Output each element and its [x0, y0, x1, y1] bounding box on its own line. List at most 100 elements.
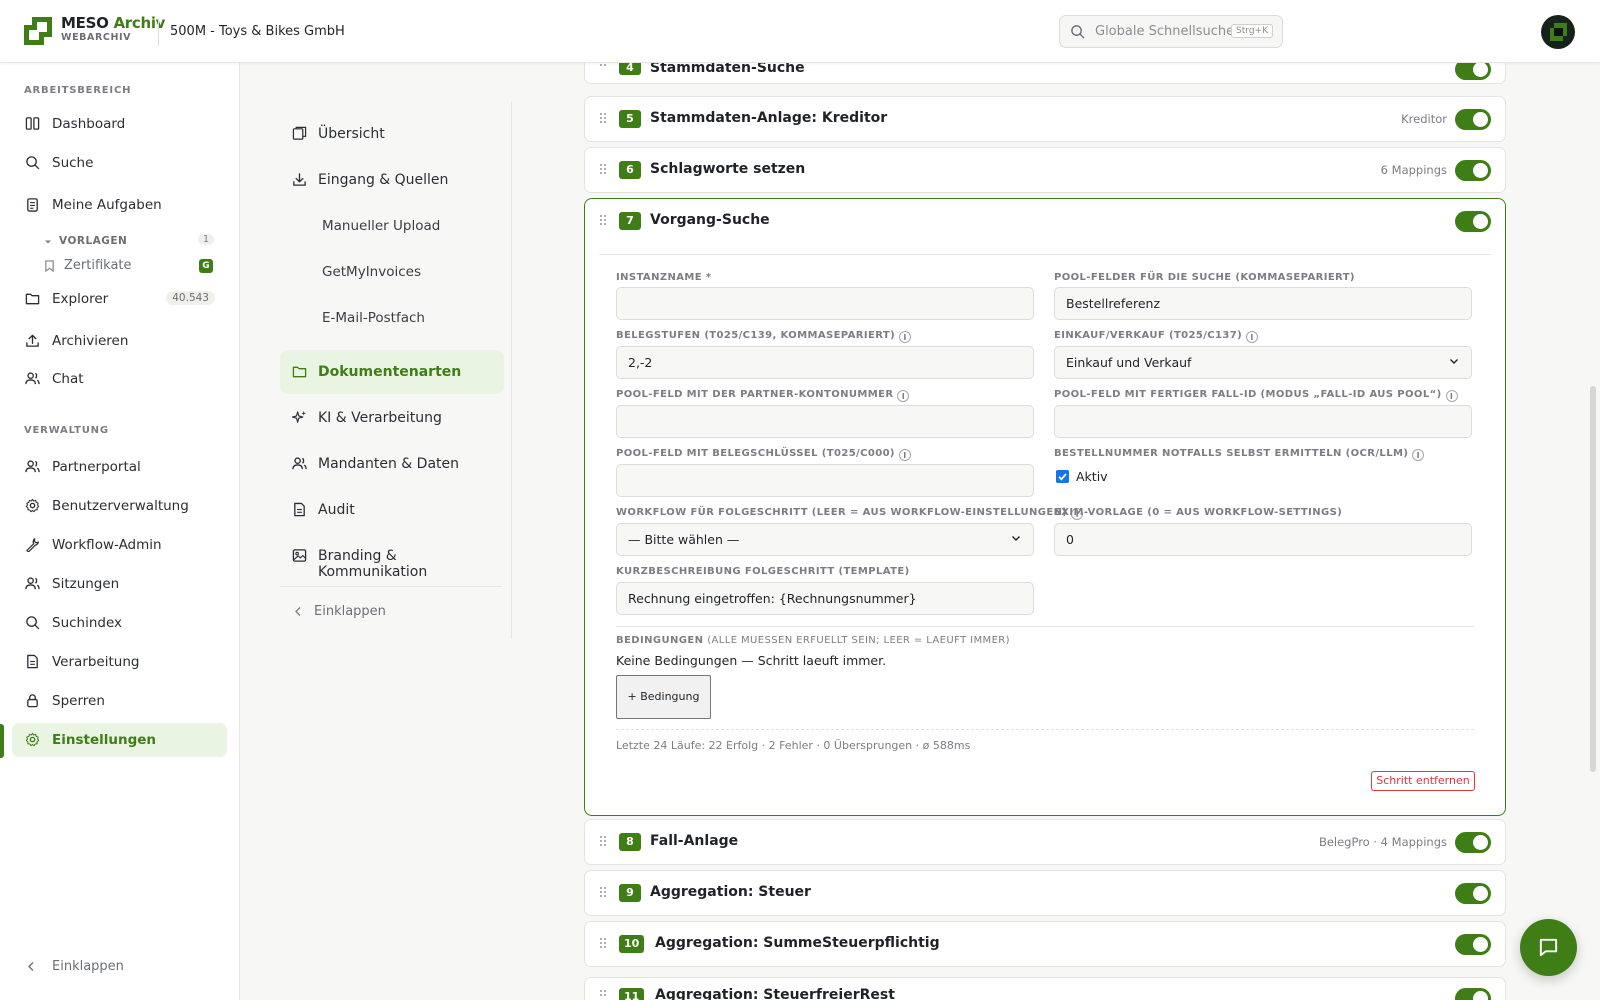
- sidebar-item-zertifikate[interactable]: Zertifikate G: [44, 258, 216, 276]
- drag-handle-icon[interactable]: [599, 112, 607, 124]
- step-enabled-toggle[interactable]: [1455, 988, 1491, 1000]
- checkbox-checked-icon[interactable]: [1056, 470, 1069, 483]
- step-card-10[interactable]: 10 Aggregation: SummeSteuerpflichtig: [584, 921, 1506, 967]
- sidebar-item-chat[interactable]: Chat: [12, 362, 227, 396]
- fall-id-input[interactable]: [1054, 405, 1472, 438]
- einkauf-verkauf-label: EINKAUF/VERKAUF (T025/C137) i: [1054, 330, 1259, 343]
- sidebar-item-verarbeitung[interactable]: Verarbeitung: [12, 645, 227, 679]
- sidebar-item-label: Verarbeitung: [52, 654, 140, 670]
- drag-handle-icon[interactable]: [599, 937, 607, 949]
- step-title: Stammdaten-Anlage: Kreditor: [650, 110, 888, 126]
- step-card-11[interactable]: 11 Aggregation: SteuerfreierRest: [584, 977, 1506, 1000]
- info-icon[interactable]: i: [899, 331, 912, 343]
- belegschluessel-input[interactable]: [616, 464, 1034, 497]
- step-enabled-toggle[interactable]: [1455, 832, 1491, 853]
- sparkle-icon: [292, 410, 307, 423]
- sidebar-item-benutzerverwaltung[interactable]: Benutzerverwaltung: [12, 489, 227, 523]
- settings-nav-eingang[interactable]: Eingang & Quellen: [280, 158, 504, 202]
- step-number: 11: [619, 988, 645, 1000]
- sidebar-item-label: Chat: [52, 371, 84, 387]
- kurzbeschreibung-label: KURZBESCHREIBUNG FOLGESCHRITT (TEMPLATE): [616, 566, 910, 577]
- settings-nav-mandanten[interactable]: Mandanten & Daten: [280, 442, 504, 486]
- step-enabled-toggle[interactable]: [1455, 109, 1491, 130]
- main-scrollbar[interactable]: [1590, 386, 1596, 772]
- sidebar-item-explorer[interactable]: Explorer 40.543: [12, 282, 227, 316]
- download-icon: [293, 173, 306, 186]
- drag-handle-icon[interactable]: [599, 989, 607, 1000]
- step-enabled-toggle[interactable]: [1455, 160, 1491, 181]
- sidebar-item-suchindex[interactable]: Suchindex: [12, 606, 227, 640]
- drag-handle-icon[interactable]: [599, 886, 607, 898]
- step-title: Fall-Anlage: [650, 833, 739, 849]
- user-avatar[interactable]: [1541, 15, 1575, 49]
- partner-konto-label: POOL-FELD MIT DER PARTNER-KONTONUMMER i: [616, 389, 910, 402]
- step-enabled-toggle[interactable]: [1455, 211, 1491, 232]
- sidebar-item-partnerportal[interactable]: Partnerportal: [12, 450, 227, 484]
- search-icon: [26, 156, 40, 170]
- settings-nav-email[interactable]: E-Mail-Postfach: [280, 296, 504, 340]
- step-card-5[interactable]: 5 Stammdaten-Anlage: Kreditor Kreditor: [584, 96, 1506, 142]
- settings-nav-label: Eingang & Quellen: [318, 172, 449, 188]
- sidebar-item-einstellungen[interactable]: Einstellungen: [12, 723, 227, 757]
- chevron-down-icon: [1450, 359, 1458, 364]
- settings-nav-branding[interactable]: Branding & Kommunikation: [280, 534, 504, 580]
- exim-input[interactable]: 0: [1054, 523, 1472, 556]
- sidebar-item-archivieren[interactable]: Archivieren: [12, 324, 227, 358]
- sidebar-item-workflow-admin[interactable]: Workflow-Admin: [12, 528, 227, 562]
- global-search-input[interactable]: Globale Schnellsuche Strg+K: [1059, 15, 1283, 48]
- sidebar-item-label: Sperren: [52, 693, 105, 709]
- sidebar-item-aufgaben[interactable]: Meine Aufgaben: [12, 188, 227, 222]
- drag-handle-icon[interactable]: [599, 163, 607, 175]
- brand[interactable]: MESO Archiv WEBARCHIV: [61, 16, 165, 43]
- instanzname-input[interactable]: [616, 287, 1034, 320]
- sidebar-item-sperren[interactable]: Sperren: [12, 684, 227, 718]
- drag-handle-icon[interactable]: [599, 214, 607, 226]
- settings-nav-upload[interactable]: Manueller Upload: [280, 204, 504, 248]
- settings-nav-dokumentenarten[interactable]: Dokumentenarten: [280, 350, 504, 394]
- step-header-divider: [599, 254, 1491, 255]
- pool-felder-input[interactable]: Bestellreferenz: [1054, 287, 1472, 320]
- step-enabled-toggle[interactable]: [1455, 934, 1491, 955]
- partner-konto-input[interactable]: [616, 405, 1034, 438]
- settings-nav-audit[interactable]: Audit: [280, 488, 504, 532]
- step-number: 6: [619, 161, 641, 179]
- sidebar-item-suche[interactable]: Suche: [12, 146, 227, 180]
- settings-nav-uebersicht[interactable]: Übersicht: [280, 112, 504, 156]
- step-card-9[interactable]: 9 Aggregation: Steuer: [584, 870, 1506, 916]
- sidebar-item-dashboard[interactable]: Dashboard: [12, 107, 227, 141]
- sidebar-item-label: Workflow-Admin: [52, 537, 162, 553]
- chat-fab-button[interactable]: [1520, 919, 1577, 976]
- info-icon[interactable]: i: [1246, 331, 1259, 343]
- add-condition-button[interactable]: + Bedingung: [616, 675, 711, 719]
- step-enabled-toggle[interactable]: [1455, 883, 1491, 904]
- step-number: 5: [619, 110, 641, 128]
- chevron-down-icon: [45, 240, 51, 244]
- workflow-value: — Bitte wählen —: [628, 532, 740, 547]
- einkauf-verkauf-select[interactable]: Einkauf und Verkauf: [1054, 346, 1472, 379]
- info-icon[interactable]: i: [897, 390, 910, 402]
- settings-nav-collapse-button[interactable]: Einklappen: [280, 597, 504, 627]
- step-card-8[interactable]: 8 Fall-Anlage BelegPro · 4 Mappings: [584, 819, 1506, 865]
- workflow-select[interactable]: — Bitte wählen —: [616, 523, 1034, 556]
- belegstufen-input[interactable]: 2,-2: [616, 346, 1034, 379]
- users-icon: [25, 460, 40, 473]
- settings-nav-ki[interactable]: KI & Verarbeitung: [280, 396, 504, 440]
- aktiv-label: Aktiv: [1076, 469, 1108, 484]
- belegschluessel-label: POOL-FELD MIT BELEGSCHLÜSSEL (T025/C000)…: [616, 448, 911, 461]
- info-icon[interactable]: i: [1412, 449, 1425, 461]
- kurzbeschreibung-input[interactable]: Rechnung eingetroffen: {Rechnungsnummer}: [616, 582, 1034, 615]
- tenant-name[interactable]: 500M - Toys & Bikes GmbH: [170, 24, 345, 39]
- step-number: 9: [619, 884, 641, 902]
- remove-step-button[interactable]: Schritt entfernen: [1371, 771, 1475, 791]
- sidebar-item-sitzungen[interactable]: Sitzungen: [12, 567, 227, 601]
- settings-nav-getmyinvoices[interactable]: GetMyInvoices: [280, 250, 504, 294]
- chevron-left-icon: [295, 607, 301, 616]
- settings-nav-label: Branding & Kommunikation: [318, 548, 428, 580]
- settings-nav-collapse-label: Einklappen: [314, 604, 386, 619]
- step-title[interactable]: Vorgang-Suche: [650, 212, 770, 228]
- drag-handle-icon[interactable]: [599, 835, 607, 847]
- info-icon[interactable]: i: [898, 449, 911, 461]
- info-icon[interactable]: i: [1445, 390, 1458, 402]
- settings-nav-label: GetMyInvoices: [322, 264, 421, 280]
- step-card-6[interactable]: 6 Schlagworte setzen 6 Mappings: [584, 147, 1506, 193]
